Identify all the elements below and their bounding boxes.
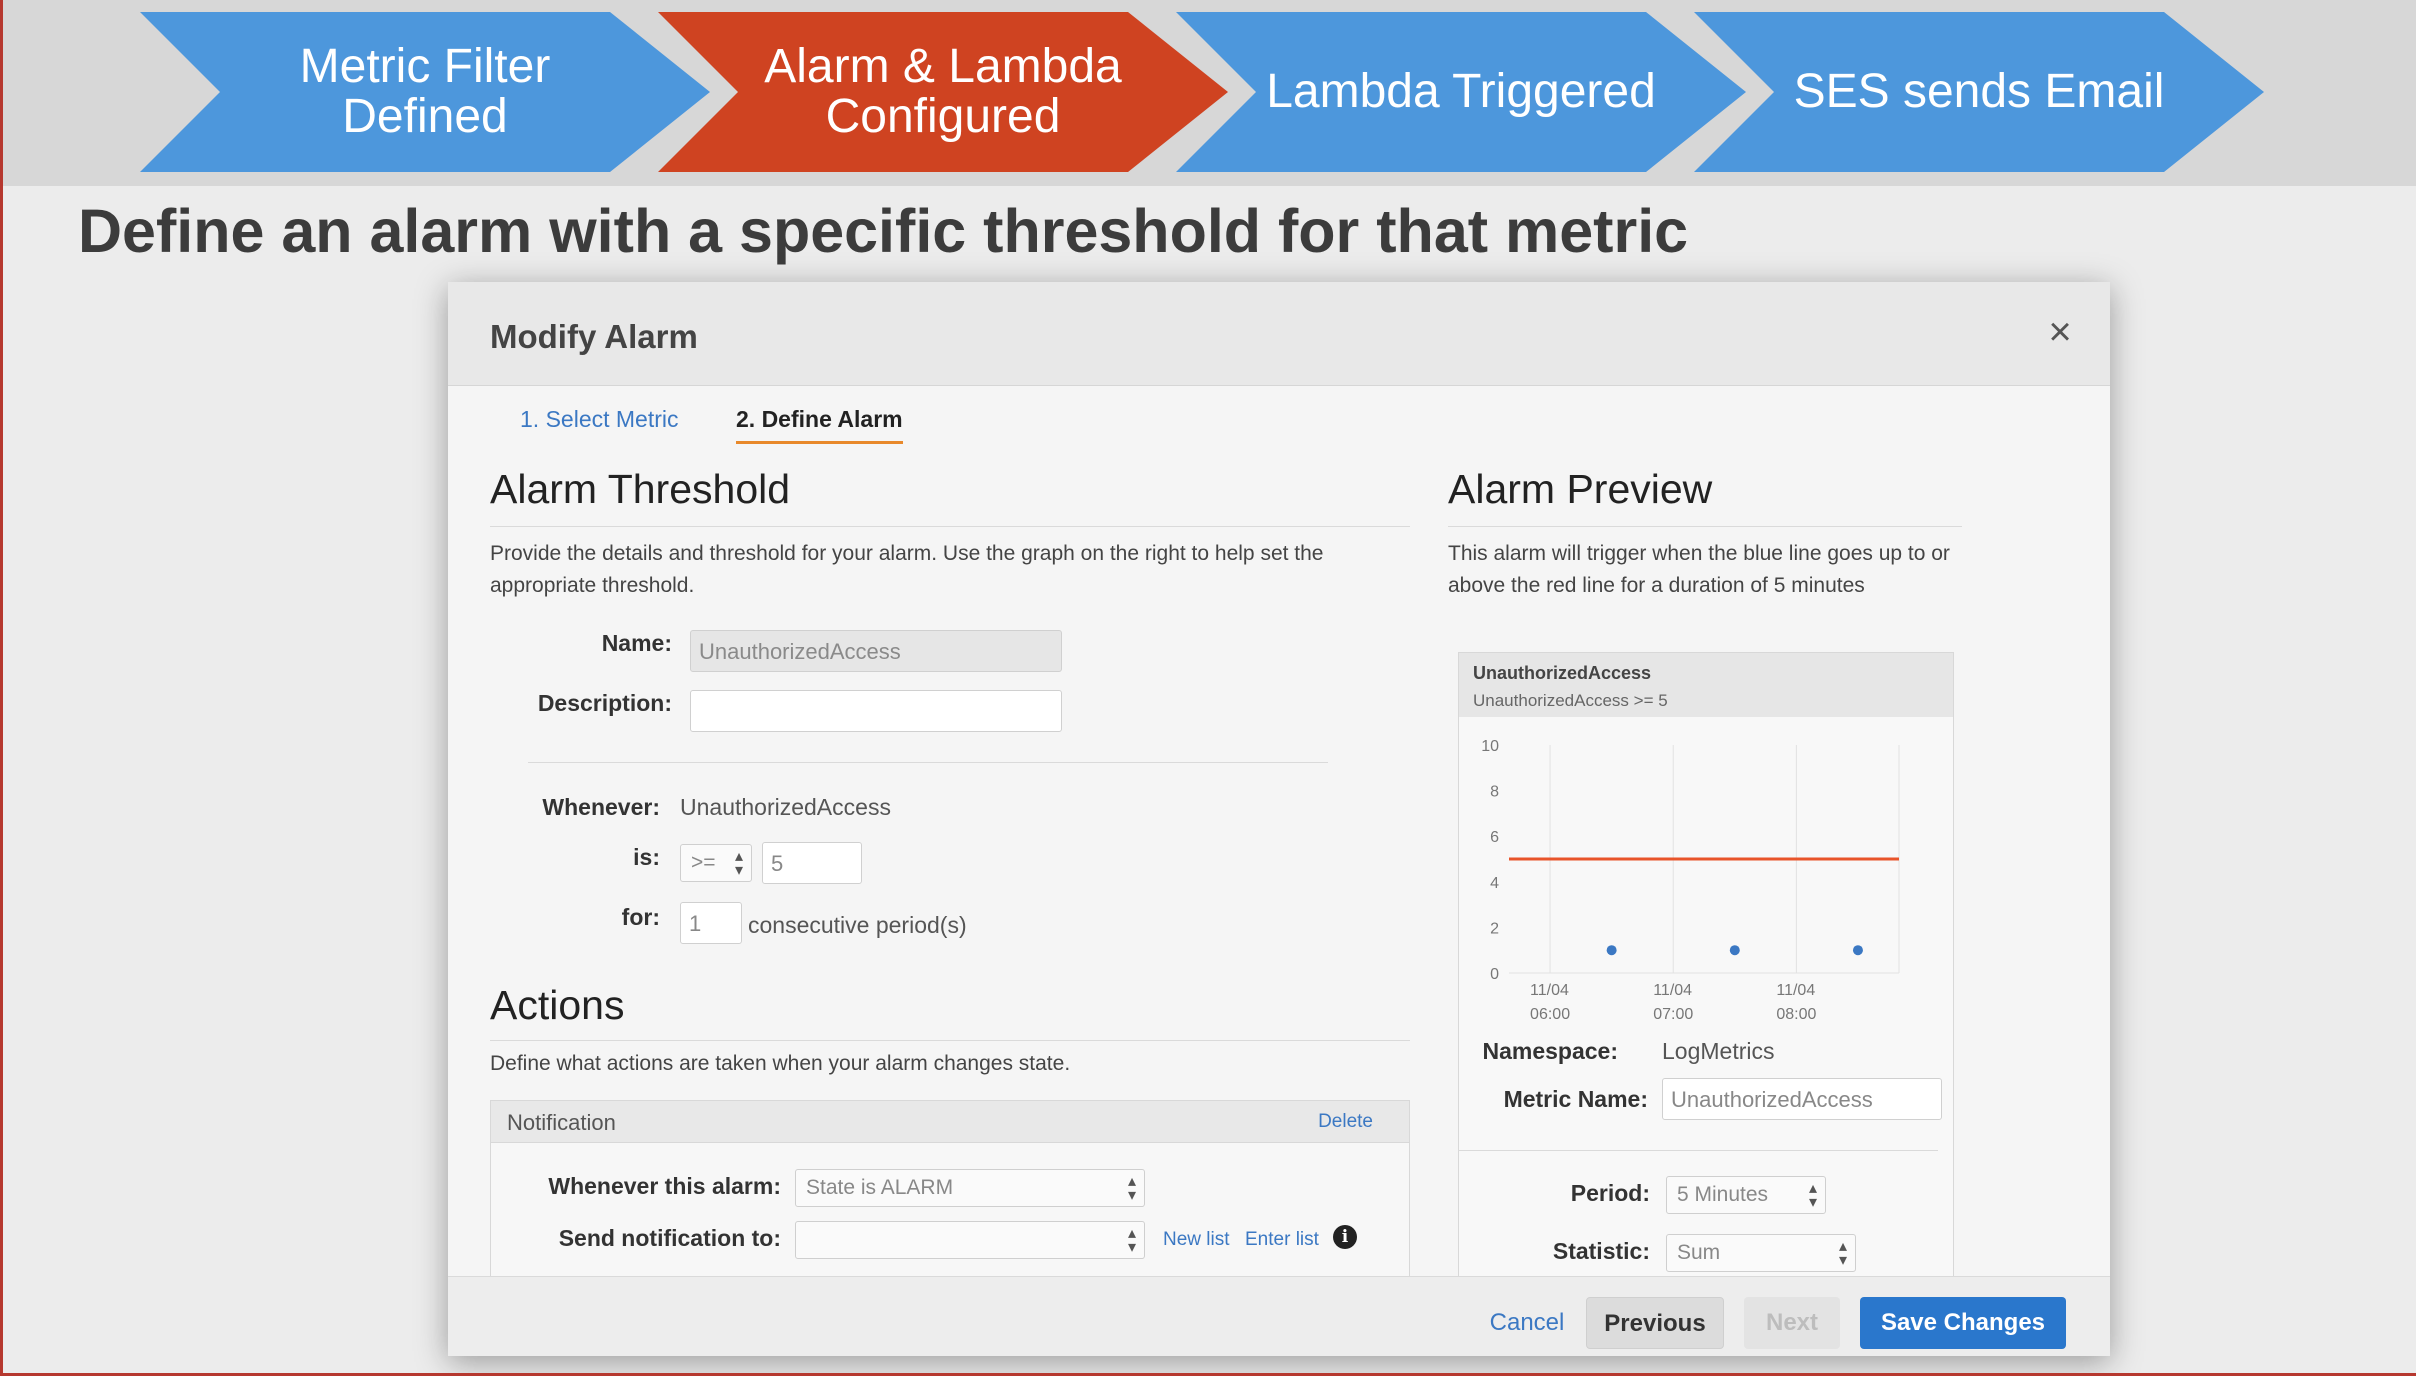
divider (1458, 1150, 1938, 1151)
statistic-value: Sum (1677, 1241, 1721, 1264)
dialog-header: Modify Alarm × (448, 282, 2110, 386)
process-step-label: Alarm & Lambda Configured (764, 40, 1122, 143)
y-tick-label: 6 (1490, 829, 1499, 846)
close-icon[interactable]: × (2038, 310, 2082, 354)
name-label: Name: (601, 630, 672, 656)
process-step-label: Metric Filter Defined (299, 40, 551, 143)
x-tick-label: 08:00 (1776, 1006, 1816, 1023)
data-point (1852, 945, 1863, 956)
periods-input[interactable]: 1 (680, 902, 742, 944)
whenever-metric: UnauthorizedAccess (680, 794, 891, 820)
chart-subtitle: UnauthorizedAccess >= 5 (1473, 691, 1668, 710)
modify-alarm-dialog: Modify Alarm × 1. Select Metric 2. Defin… (448, 282, 2110, 1356)
enter-list-link[interactable]: Enter list (1245, 1229, 1319, 1251)
process-step-label: Lambda Triggered (1266, 65, 1656, 118)
dialog-title: Modify Alarm (490, 318, 698, 355)
save-changes-button[interactable]: Save Changes (1860, 1297, 2066, 1349)
whenever-alarm-label: Whenever this alarm: (548, 1173, 781, 1199)
notification-header: Notification Delete (491, 1101, 1409, 1143)
process-steps: Metric Filter Defined Alarm & Lambda Con… (140, 12, 2270, 172)
divider (1448, 526, 1962, 527)
periods-suffix: consecutive period(s) (748, 912, 967, 938)
alarm-threshold-description: Provide the details and threshold for yo… (490, 542, 1324, 597)
name-field[interactable]: UnauthorizedAccess (690, 630, 1062, 672)
x-tick-label: 11/04 (1776, 982, 1815, 999)
send-notification-select[interactable]: ▴ ▾ (795, 1221, 1145, 1259)
operator-select[interactable]: >= ▴ ▾ (680, 844, 752, 882)
x-tick-label: 07:00 (1653, 1006, 1693, 1023)
data-point (1729, 945, 1740, 956)
slide-edge (0, 0, 3, 1376)
actions-heading: Actions (490, 982, 625, 1028)
send-notification-label: Send notification to: (558, 1225, 781, 1251)
alarm-preview-heading: Alarm Preview (1448, 466, 1713, 512)
previous-button[interactable]: Previous (1586, 1297, 1724, 1349)
period-label: Period: (1570, 1180, 1650, 1206)
description-label: Description: (537, 690, 672, 716)
new-list-link[interactable]: New list (1163, 1229, 1230, 1251)
statistic-label: Statistic: (1552, 1238, 1650, 1264)
y-tick-label: 2 (1490, 920, 1499, 937)
delete-link[interactable]: Delete (1318, 1111, 1373, 1133)
operator-value: >= (691, 851, 716, 874)
tab-define-alarm[interactable]: 2. Define Alarm (736, 406, 903, 444)
tab-select-metric[interactable]: 1. Select Metric (520, 406, 679, 441)
slide-title: Define an alarm with a specific threshol… (78, 197, 1689, 265)
process-banner: Metric Filter Defined Alarm & Lambda Con… (0, 0, 2416, 186)
divider (490, 1040, 1410, 1041)
chart-header: UnauthorizedAccess UnauthorizedAccess >=… (1459, 653, 1953, 717)
cancel-button[interactable]: Cancel (1472, 1297, 1582, 1349)
x-tick-label: 11/04 (1530, 982, 1569, 999)
divider (528, 762, 1328, 763)
process-step-label: SES sends Email (1793, 65, 2165, 118)
is-label: is: (633, 844, 660, 870)
divider (490, 526, 1410, 527)
namespace-value: LogMetrics (1662, 1038, 1775, 1064)
metric-name-label: Metric Name: (1503, 1086, 1648, 1112)
alarm-state-value: State is ALARM (806, 1176, 954, 1199)
updown-arrows-icon: ▴ ▾ (1127, 1225, 1136, 1256)
period-select[interactable]: 5 Minutes ▴ ▾ (1666, 1176, 1826, 1214)
y-tick-label: 0 (1490, 966, 1499, 983)
statistic-select[interactable]: Sum ▴ ▾ (1666, 1234, 1856, 1272)
actions-description: Define what actions are taken when your … (490, 1052, 1071, 1075)
alarm-preview-description: This alarm will trigger when the blue li… (1448, 542, 1950, 597)
process-step-metric-filter: Metric Filter Defined (140, 12, 710, 172)
process-step-lambda-triggered: Lambda Triggered (1176, 12, 1746, 172)
alarm-state-select[interactable]: State is ALARM ▴ ▾ (795, 1169, 1145, 1207)
whenever-label: Whenever: (542, 794, 660, 820)
for-label: for: (621, 904, 660, 930)
x-tick-label: 11/04 (1653, 982, 1692, 999)
next-button[interactable]: Next (1744, 1297, 1840, 1349)
dialog-footer: Cancel Previous Next Save Changes (448, 1276, 2110, 1356)
updown-arrows-icon: ▴ ▾ (1808, 1180, 1817, 1211)
y-tick-label: 4 (1490, 875, 1499, 892)
description-field[interactable] (690, 690, 1062, 732)
updown-arrows-icon: ▴ ▾ (1127, 1173, 1136, 1204)
data-point (1606, 945, 1617, 956)
process-step-ses-email: SES sends Email (1694, 12, 2264, 172)
notification-title: Notification (507, 1110, 616, 1135)
period-value: 5 Minutes (1677, 1183, 1769, 1206)
y-tick-label: 10 (1481, 738, 1499, 755)
updown-arrows-icon: ▴ ▾ (734, 848, 743, 879)
alarm-threshold-heading: Alarm Threshold (490, 466, 791, 512)
x-tick-label: 06:00 (1530, 1006, 1570, 1023)
info-icon[interactable]: i (1333, 1225, 1357, 1249)
y-tick-label: 8 (1490, 784, 1499, 801)
namespace-label: Namespace: (1482, 1038, 1618, 1064)
threshold-input[interactable]: 5 (762, 842, 862, 884)
chart-title: UnauthorizedAccess (1473, 663, 1652, 683)
updown-arrows-icon: ▴ ▾ (1838, 1238, 1847, 1269)
process-step-alarm-lambda: Alarm & Lambda Configured (658, 12, 1228, 172)
metric-name-field[interactable]: UnauthorizedAccess (1662, 1078, 1942, 1120)
